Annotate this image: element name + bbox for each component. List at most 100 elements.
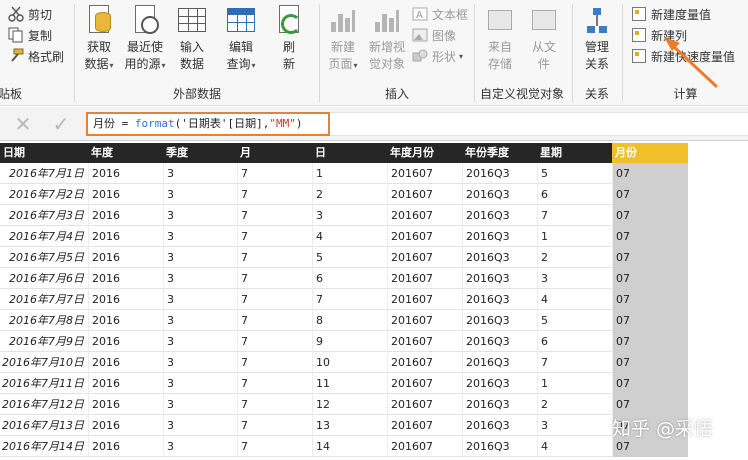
custom-visuals-group: 来自 存储 从文 件 自定义视觉对象: [475, 0, 569, 106]
table-row[interactable]: 2016年7月5日 2016 3 7 5 201607 2016Q3 2 07: [0, 247, 688, 268]
new-page-icon: [327, 4, 359, 36]
table-cell-weekday: 4: [537, 436, 612, 457]
format-painter-label: 格式刷: [28, 49, 65, 64]
new-measure-button[interactable]: 新建度量值: [631, 5, 711, 23]
textbox-button[interactable]: A 文本框: [412, 5, 468, 23]
table-cell-year: 2016: [88, 331, 163, 352]
table-cell-year-month: 201607: [387, 184, 462, 205]
manage-relationships-button[interactable]: 管理 关系: [581, 4, 613, 84]
relationships-icon: [581, 4, 613, 36]
table-row[interactable]: 2016年7月7日 2016 3 7 7 201607 2016Q3 4 07: [0, 289, 688, 310]
column-header-quarter[interactable]: 季度: [163, 143, 237, 163]
copy-button[interactable]: 复制: [8, 26, 52, 44]
table-cell-month: 7: [237, 184, 312, 205]
table-cell-year-quarter: 2016Q3: [462, 184, 537, 205]
table-cell-day: 11: [312, 373, 387, 394]
refresh-button[interactable]: 刷 新: [273, 4, 305, 84]
column-header-day[interactable]: 日: [312, 143, 387, 163]
edit-queries-button[interactable]: 编辑 查询▾: [221, 4, 261, 84]
table-row[interactable]: 2016年7月11日 2016 3 7 11 201607 2016Q3 1 07: [0, 373, 688, 394]
from-store-button[interactable]: 来自 存储: [483, 4, 517, 84]
table-cell-date: 2016年7月12日: [2, 398, 84, 411]
table-empty-area: [688, 143, 748, 460]
new-visual-button[interactable]: 新增视 觉对象: [366, 4, 408, 84]
table-row[interactable]: 2016年7月6日 2016 3 7 6 201607 2016Q3 3 07: [0, 268, 688, 289]
custom-visuals-group-label: 自定义视觉对象: [479, 87, 564, 101]
formula-bar: ✕ ✓ 月份 = format('日期表'[日期],"MM"): [0, 107, 748, 141]
format-painter-button[interactable]: 格式刷: [8, 47, 64, 65]
table-cell-quarter: 3: [163, 247, 237, 268]
table-cell-month: 7: [237, 310, 312, 331]
recent-sources-button[interactable]: 最近使 用的源▾: [123, 4, 167, 84]
table-cell-date: 2016年7月8日: [9, 314, 84, 327]
new-column-button[interactable]: 新建列: [631, 26, 687, 44]
cut-button[interactable]: 剪切: [8, 5, 52, 23]
table-row[interactable]: 2016年7月8日 2016 3 7 8 201607 2016Q3 5 07: [0, 310, 688, 331]
table-cell-day: 12: [312, 394, 387, 415]
table-cell-year-quarter: 2016Q3: [462, 289, 537, 310]
table-cell-year-quarter: 2016Q3: [462, 415, 537, 436]
table-cell-month-text: 07: [612, 352, 688, 373]
table-cell-quarter: 3: [163, 331, 237, 352]
table-cell-weekday: 5: [537, 310, 612, 331]
new-quick-measure-button[interactable]: 新建快速度量值: [631, 47, 735, 65]
cut-label: 剪切: [28, 7, 53, 22]
table-cell-year-quarter: 2016Q3: [462, 373, 537, 394]
table-cell-day: 1: [312, 163, 387, 184]
calculator-icon: [631, 6, 647, 22]
table-cell-month-text: 07: [612, 310, 688, 331]
table-row[interactable]: 2016年7月9日 2016 3 7 9 201607 2016Q3 6 07: [0, 331, 688, 352]
table-row[interactable]: 2016年7月12日 2016 3 7 12 201607 2016Q3 2 07: [0, 394, 688, 415]
table-cell-year-month: 201607: [387, 331, 462, 352]
confirm-formula-button[interactable]: ✓: [50, 113, 72, 135]
from-file-button[interactable]: 从文 件: [527, 4, 561, 84]
table-cell-quarter: 3: [163, 205, 237, 226]
column-header-year[interactable]: 年度: [88, 143, 163, 163]
table-cell-year-quarter: 2016Q3: [462, 352, 537, 373]
table-cell-year-month: 201607: [387, 436, 462, 457]
table-cell-year: 2016: [88, 352, 163, 373]
table-cell-weekday: 7: [537, 352, 612, 373]
formula-input-extension[interactable]: [330, 112, 748, 136]
table-row[interactable]: 2016年7月2日 2016 3 7 2 201607 2016Q3 6 07: [0, 184, 688, 205]
enter-data-button[interactable]: 输入 数据: [175, 4, 209, 84]
shapes-button[interactable]: 形状 ▾: [412, 47, 463, 65]
table-cell-year: 2016: [88, 226, 163, 247]
table-cell-year: 2016: [88, 436, 163, 457]
table-cell-weekday: 1: [537, 373, 612, 394]
relationships-group-label: 关系: [584, 87, 609, 101]
table-cell-month-text: 07: [612, 163, 688, 184]
table-cell-month: 7: [237, 247, 312, 268]
table-cell-day: 4: [312, 226, 387, 247]
column-header-year-month[interactable]: 年度月份: [387, 143, 462, 163]
table-cell-day: 6: [312, 268, 387, 289]
external-data-group-label: 外部数据: [172, 87, 221, 101]
table-icon: [176, 4, 208, 36]
shapes-icon: [412, 48, 428, 64]
column-header-date[interactable]: 日期: [0, 143, 88, 163]
table-cell-quarter: 3: [163, 163, 237, 184]
table-cell-year: 2016: [88, 394, 163, 415]
column-header-month-text[interactable]: 月份: [612, 143, 688, 163]
table-cell-weekday: 3: [537, 415, 612, 436]
formula-input[interactable]: 月份 = format('日期表'[日期],"MM"): [86, 112, 330, 136]
table-row[interactable]: 2016年7月13日 2016 3 7 13 201607 2016Q3 3 07: [0, 415, 688, 436]
copy-label: 复制: [28, 28, 53, 43]
table-cell-weekday: 6: [537, 331, 612, 352]
table-cell-month: 7: [237, 394, 312, 415]
table-row[interactable]: 2016年7月4日 2016 3 7 4 201607 2016Q3 1 07: [0, 226, 688, 247]
edit-queries-icon: [225, 4, 257, 36]
table-row[interactable]: 2016年7月14日 2016 3 7 14 201607 2016Q3 4 07: [0, 436, 688, 457]
table-cell-year: 2016: [88, 373, 163, 394]
new-page-button[interactable]: 新建 页面▾: [326, 4, 360, 84]
get-data-button[interactable]: 获取 数据▾: [81, 4, 117, 84]
column-header-weekday[interactable]: 星期: [537, 143, 612, 163]
table-row[interactable]: 2016年7月3日 2016 3 7 3 201607 2016Q3 7 07: [0, 205, 688, 226]
table-row[interactable]: 2016年7月10日 2016 3 7 10 201607 2016Q3 7 07: [0, 352, 688, 373]
image-button[interactable]: 图像: [412, 26, 456, 44]
column-header-year-quarter[interactable]: 年份季度: [462, 143, 537, 163]
column-header-month[interactable]: 月: [237, 143, 312, 163]
table-row[interactable]: 2016年7月1日 2016 3 7 1 201607 2016Q3 5 07: [0, 163, 688, 184]
table-cell-year-month: 201607: [387, 247, 462, 268]
cancel-formula-button[interactable]: ✕: [12, 113, 34, 135]
